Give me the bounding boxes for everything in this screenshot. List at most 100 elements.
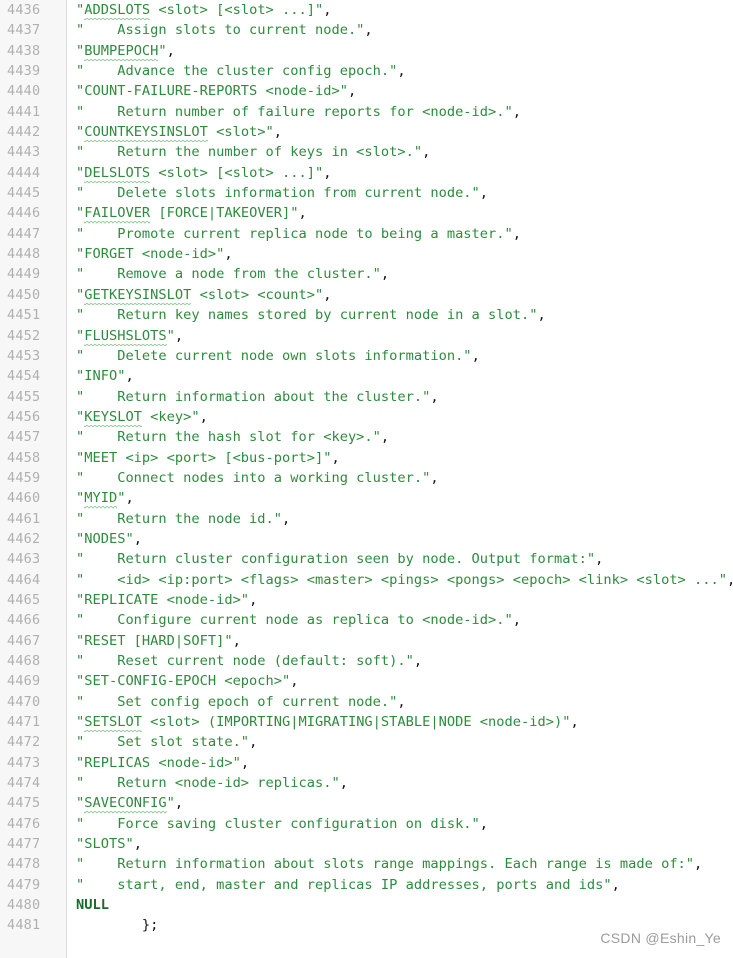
code-line-text[interactable]: " Return information about the cluster."…	[66, 387, 733, 407]
code-line-text[interactable]: "COUNT-FAILURE-REPORTS <node-id>",	[66, 81, 733, 101]
code-line[interactable]: 4470 " Set config epoch of current node."…	[0, 692, 733, 712]
code-line-text[interactable]: "SET-CONFIG-EPOCH <epoch>",	[66, 671, 733, 691]
code-line-text[interactable]: "INFO",	[66, 366, 733, 386]
code-line[interactable]: 4449 " Remove a node from the cluster.",	[0, 264, 733, 284]
code-line[interactable]: 4473 "REPLICAS <node-id>",	[0, 753, 733, 773]
code-line-text[interactable]: " <id> <ip:port> <flags> <master> <pings…	[66, 570, 733, 590]
code-line-text[interactable]: "RESET [HARD|SOFT]",	[66, 631, 733, 651]
code-line-text[interactable]: " Set slot state.",	[66, 732, 733, 752]
code-line-text[interactable]: NULL	[66, 895, 733, 915]
code-line[interactable]: 4462 "NODES",	[0, 529, 733, 549]
code-line[interactable]: 4440 "COUNT-FAILURE-REPORTS <node-id>",	[0, 81, 733, 101]
code-line-text[interactable]: "KEYSLOT <key>",	[66, 407, 733, 427]
code-line[interactable]: 4437 " Assign slots to current node.",	[0, 20, 733, 40]
code-line[interactable]: 4463 " Return cluster configuration seen …	[0, 549, 733, 569]
code-line[interactable]: 4446 "FAILOVER [FORCE|TAKEOVER]",	[0, 203, 733, 223]
code-line-text[interactable]: "FORGET <node-id>",	[66, 244, 733, 264]
code-line[interactable]: 4472 " Set slot state.",	[0, 732, 733, 752]
code-line[interactable]: 4476 " Force saving cluster configuration…	[0, 814, 733, 834]
code-line[interactable]: 4475 "SAVECONFIG",	[0, 793, 733, 813]
line-number: 4437	[7, 22, 41, 39]
code-line[interactable]: 4452 "FLUSHSLOTS",	[0, 326, 733, 346]
code-line-text[interactable]: "REPLICAS <node-id>",	[66, 753, 733, 773]
code-line[interactable]: 4479 " start, end, master and replicas IP…	[0, 875, 733, 895]
code-line[interactable]: 4455 " Return information about the clust…	[0, 387, 733, 407]
code-line[interactable]: 4443 " Return the number of keys in <slot…	[0, 142, 733, 162]
code-line[interactable]: 4442 "COUNTKEYSINSLOT <slot>",	[0, 122, 733, 142]
code-token: " Delete slots information from current …	[76, 185, 480, 202]
code-line[interactable]: 4438 "BUMPEPOCH",	[0, 41, 733, 61]
code-line-text[interactable]: " start, end, master and replicas IP add…	[66, 875, 733, 895]
code-line-text[interactable]: "SETSLOT <slot> (IMPORTING|MIGRATING|STA…	[66, 712, 733, 732]
code-line-text[interactable]: " Remove a node from the cluster.",	[66, 264, 733, 284]
code-line[interactable]: 4456 "KEYSLOT <key>",	[0, 407, 733, 427]
code-line-text[interactable]: "REPLICATE <node-id>",	[66, 590, 733, 610]
code-line-text[interactable]: "DELSLOTS <slot> [<slot> ...]",	[66, 163, 733, 183]
line-number: 4466	[7, 612, 41, 629]
code-token: " Return number of failure reports for <…	[76, 103, 513, 120]
code-line[interactable]: 4478 " Return information about slots ran…	[0, 854, 733, 874]
code-line-text[interactable]: "FLUSHSLOTS",	[66, 326, 733, 346]
code-token: ,	[174, 327, 184, 344]
code-line[interactable]: 4458 "MEET <ip> <port> [<bus-port>]",	[0, 448, 733, 468]
code-line-text[interactable]: "COUNTKEYSINSLOT <slot>",	[66, 122, 733, 142]
code-line-text[interactable]: " Set config epoch of current node.",	[66, 692, 733, 712]
code-line-text[interactable]: " Delete slots information from current …	[66, 183, 733, 203]
code-line[interactable]: 4439 " Advance the cluster config epoch."…	[0, 61, 733, 81]
code-line-text[interactable]: "MEET <ip> <port> [<bus-port>]",	[66, 448, 733, 468]
code-line[interactable]: 4448 "FORGET <node-id>",	[0, 244, 733, 264]
code-line-text[interactable]: " Return the hash slot for <key>.",	[66, 427, 733, 447]
code-line[interactable]: 4453 " Delete current node own slots info…	[0, 346, 733, 366]
code-line[interactable]: 4447 " Promote current replica node to be…	[0, 224, 733, 244]
code-line-text[interactable]: " Return key names stored by current nod…	[66, 305, 733, 325]
code-line[interactable]: 4474 " Return <node-id> replicas.",	[0, 773, 733, 793]
code-line-text[interactable]: "GETKEYSINSLOT <slot> <count>",	[66, 285, 733, 305]
code-line-text[interactable]: "BUMPEPOCH",	[66, 41, 733, 61]
code-line[interactable]: 4471 "SETSLOT <slot> (IMPORTING|MIGRATING…	[0, 712, 733, 732]
code-line-text[interactable]: " Return the node id.",	[66, 509, 733, 529]
code-line-text[interactable]: " Reset current node (default: soft).",	[66, 651, 733, 671]
code-line-text[interactable]: " Return cluster configuration seen by n…	[66, 549, 733, 569]
code-line-text[interactable]: "MYID",	[66, 488, 733, 508]
code-line-text[interactable]: " Force saving cluster configuration on …	[66, 814, 733, 834]
code-line[interactable]: 4445 " Delete slots information from curr…	[0, 183, 733, 203]
code-line[interactable]: 4480 NULL	[0, 895, 733, 915]
code-line[interactable]: 4450 "GETKEYSINSLOT <slot> <count>",	[0, 285, 733, 305]
code-line[interactable]: 4477 "SLOTS",	[0, 834, 733, 854]
code-token: ,	[166, 42, 175, 59]
code-line[interactable]: 4441 " Return number of failure reports f…	[0, 102, 733, 122]
code-line-text[interactable]: " Delete current node own slots informat…	[66, 346, 733, 366]
code-line[interactable]: 4451 " Return key names stored by current…	[0, 305, 733, 325]
code-line-text[interactable]: " Advance the cluster config epoch.",	[66, 61, 733, 81]
code-line-text[interactable]: "ADDSLOTS <slot> [<slot> ...]",	[66, 0, 733, 20]
code-line[interactable]: 4464 " <id> <ip:port> <flags> <master> <p…	[0, 570, 733, 590]
code-line[interactable]: 4459 " Connect nodes into a working clust…	[0, 468, 733, 488]
code-line-text[interactable]: " Return the number of keys in <slot>.",	[66, 142, 733, 162]
code-line[interactable]: 4461 " Return the node id.",	[0, 509, 733, 529]
code-line-text[interactable]: " Return number of failure reports for <…	[66, 102, 733, 122]
code-line-text[interactable]: "FAILOVER [FORCE|TAKEOVER]",	[66, 203, 733, 223]
code-content-area[interactable]: 4436 "ADDSLOTS <slot> [<slot> ...]", 4437 "…	[0, 0, 733, 936]
code-line-text[interactable]: " Return <node-id> replicas.",	[66, 773, 733, 793]
code-line[interactable]: 4454 "INFO",	[0, 366, 733, 386]
code-line-text[interactable]: " Promote current replica node to being …	[66, 224, 733, 244]
code-line[interactable]: 4468 " Reset current node (default: soft)…	[0, 651, 733, 671]
code-line[interactable]: 4457 " Return the hash slot for <key>.",	[0, 427, 733, 447]
code-line-text[interactable]: "SAVECONFIG",	[66, 793, 733, 813]
code-line[interactable]: 4467 "RESET [HARD|SOFT]",	[0, 631, 733, 651]
code-line-text[interactable]: " Connect nodes into a working cluster."…	[66, 468, 733, 488]
code-line-text[interactable]: "SLOTS",	[66, 834, 733, 854]
code-line[interactable]: 4436 "ADDSLOTS <slot> [<slot> ...]",	[0, 0, 733, 20]
code-line-text[interactable]: " Configure current node as replica to <…	[66, 610, 733, 630]
line-number: 4453	[7, 347, 41, 364]
code-token: " Return the node id."	[76, 510, 283, 527]
code-line-text[interactable]: " Assign slots to current node.",	[66, 20, 733, 40]
code-line[interactable]: 4444 "DELSLOTS <slot> [<slot> ...]",	[0, 163, 733, 183]
code-line[interactable]: 4465 "REPLICATE <node-id>",	[0, 590, 733, 610]
code-line[interactable]: 4460 "MYID",	[0, 488, 733, 508]
code-line-text[interactable]: " Return information about slots range m…	[66, 854, 733, 874]
line-number: 4443	[7, 144, 41, 161]
code-line[interactable]: 4469 "SET-CONFIG-EPOCH <epoch>",	[0, 671, 733, 691]
code-line[interactable]: 4466 " Configure current node as replica …	[0, 610, 733, 630]
code-line-text[interactable]: "NODES",	[66, 529, 733, 549]
